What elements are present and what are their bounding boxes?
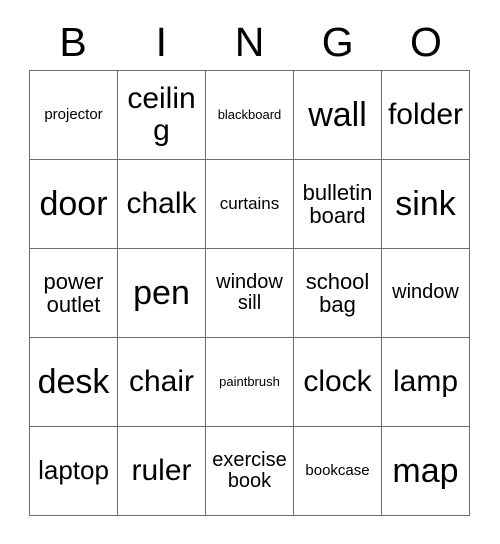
bingo-row: power outlet pen window sill school bag wind… [30,249,470,338]
bingo-cell-label: projector [44,106,103,124]
bingo-cell[interactable]: exercise book [206,427,294,516]
bingo-cell-label: clock [303,365,372,399]
bingo-header-letter-n: N [234,18,265,65]
bingo-grid: projector ceiling blackboard wall folder door… [29,70,470,516]
bingo-header-letter-o: O [409,18,442,65]
bingo-cell[interactable]: clock [294,338,382,427]
bingo-cell[interactable]: map [382,427,470,516]
bingo-cell-label: folder [387,98,464,132]
bingo-row: door chalk curtains bulletin board sink [30,160,470,249]
bingo-cell-label: power outlet [43,268,104,317]
bingo-cell[interactable]: ruler [118,427,206,516]
bingo-cell-label: window sill [216,270,283,314]
bingo-cell-label: ruler [131,454,192,488]
bingo-cell-label: chair [128,365,195,399]
bingo-cell-label: ceiling [127,82,196,147]
bingo-cell[interactable]: desk [30,338,118,427]
bingo-cell-label: map [392,451,459,490]
bingo-cell-label: chalk [126,187,197,221]
bingo-cell[interactable]: bookcase [294,427,382,516]
bingo-row: laptop ruler exercise book bookcase map [30,427,470,516]
bingo-header-letter-i: I [155,18,167,65]
bingo-cell[interactable]: window [382,249,470,338]
bingo-row: projector ceiling blackboard wall folder [30,71,470,160]
bingo-cell-label: blackboard [217,107,282,123]
bingo-cell[interactable]: bulletin board [294,160,382,249]
bingo-header-letter-b: B [59,18,87,65]
bingo-header-row: B I N G O [29,14,470,70]
bingo-cell[interactable]: paintbrush [206,338,294,427]
bingo-header-letter-g: G [321,18,354,65]
bingo-cell-label: wall [308,95,367,134]
bingo-cell-label: curtains [219,193,280,213]
bingo-cell-label: pen [133,273,190,312]
bingo-cell[interactable]: projector [30,71,118,160]
bingo-cell[interactable]: curtains [206,160,294,249]
bingo-cell[interactable]: power outlet [30,249,118,338]
bingo-cell[interactable]: ceiling [118,71,206,160]
bingo-cell[interactable]: chair [118,338,206,427]
bingo-cell-label: window [392,281,459,304]
bingo-cell[interactable]: folder [382,71,470,160]
bingo-cell[interactable]: sink [382,160,470,249]
bingo-cell[interactable]: door [30,160,118,249]
bingo-cell-label: lamp [392,365,459,399]
bingo-card: B I N G O projector ceiling blackboard wall… [0,0,500,544]
bingo-cell-label: bookcase [305,462,370,480]
bingo-cell-label: paintbrush [219,374,280,390]
bingo-row: desk chair paintbrush clock lamp [30,338,470,427]
bingo-cell-label: exercise book [212,448,287,492]
bingo-cell[interactable]: wall [294,71,382,160]
bingo-cell-label: sink [395,184,456,223]
bingo-cell-label: bulletin board [302,179,373,228]
bingo-cell[interactable]: school bag [294,249,382,338]
bingo-cell[interactable]: lamp [382,338,470,427]
bingo-cell[interactable]: pen [118,249,206,338]
bingo-cell-label: door [39,184,108,223]
bingo-cell[interactable]: chalk [118,160,206,249]
bingo-cell[interactable]: laptop [30,427,118,516]
bingo-cell[interactable]: blackboard [206,71,294,160]
bingo-cell-label: desk [37,362,110,401]
bingo-cell[interactable]: window sill [206,249,294,338]
bingo-cell-label: school bag [305,268,370,317]
bingo-cell-label: laptop [38,455,109,486]
